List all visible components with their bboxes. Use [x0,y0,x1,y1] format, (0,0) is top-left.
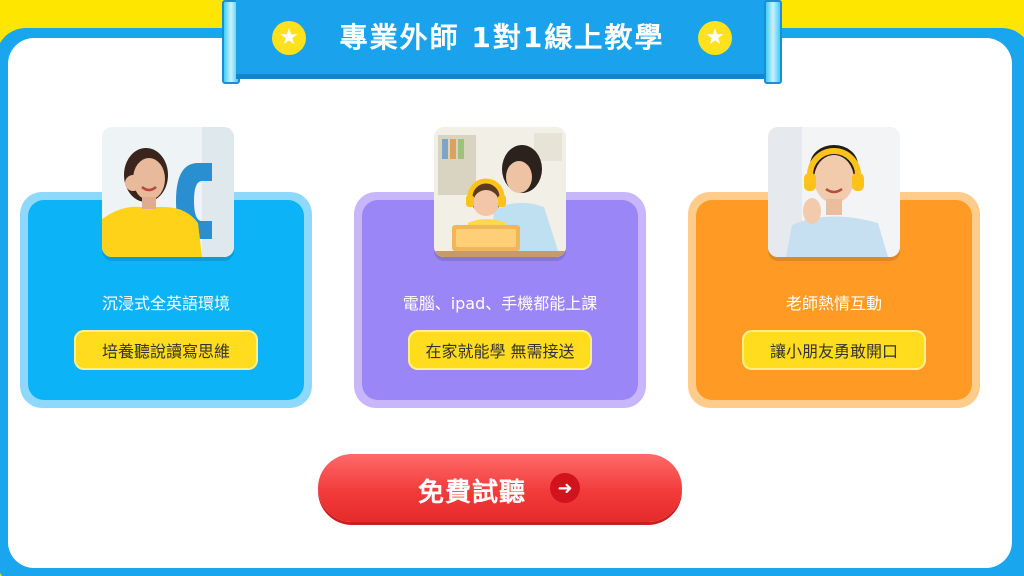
arrow-right-icon: ➜ [550,473,580,503]
card-pill-button[interactable]: 在家就能學 無需接送 [408,330,592,370]
free-trial-button[interactable]: 免費試聽 ➜ [318,454,682,522]
title-banner: ★ 專業外師 1對1線上教學 ★ [222,0,782,84]
card-caption: 老師熱情互動 [785,294,882,313]
page-title: 專業外師 1對1線上教學 [339,21,665,54]
star-icon: ★ [698,21,732,55]
free-trial-label: 免費試聽 [418,478,527,508]
banner-ribbon: ★ 專業外師 1對1線上教學 ★ [236,0,768,79]
card-caption: 沉浸式全英語環境 [101,294,230,313]
card-caption: 電腦、ipad、手機都能上課 [402,294,598,313]
teacher-photo [102,127,234,257]
card-pill-button[interactable]: 培養聽說讀寫思維 [74,330,258,370]
student-photo [768,127,900,257]
family-laptop-photo [434,127,566,257]
card-pill-button[interactable]: 讓小朋友勇敢開口 [742,330,926,370]
banner-pole-right [764,0,782,84]
